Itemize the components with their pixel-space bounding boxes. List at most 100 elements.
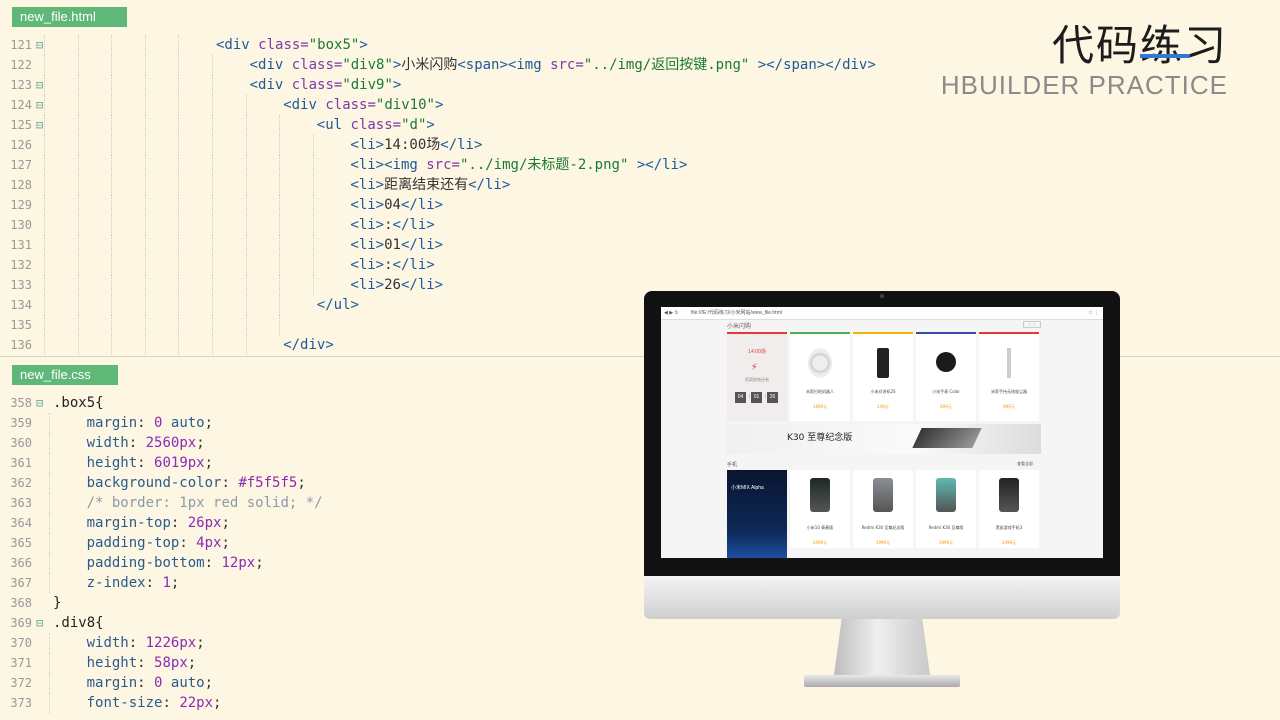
code-token: 距离结束还有 xyxy=(384,177,469,193)
code-token: "box5" xyxy=(308,37,360,53)
code-token: > xyxy=(359,37,368,53)
code-token: <li> xyxy=(350,197,385,213)
code-token: "div9" xyxy=(342,77,393,93)
code-text: padding-bottom: 12px; xyxy=(87,553,264,573)
fold-toggle-icon[interactable]: ⊟ xyxy=(36,393,46,413)
indent-guide xyxy=(279,135,281,155)
indent-guide xyxy=(312,235,315,255)
code-text: <li>距离结束还有</li> xyxy=(350,175,510,195)
code-token: <li> xyxy=(350,137,385,153)
indent-guide xyxy=(144,55,147,75)
line-number: 364 xyxy=(10,516,32,530)
phone-price: 1999元 xyxy=(938,540,954,545)
indent-guide xyxy=(44,255,46,275)
code-text: <li>:</li> xyxy=(350,255,434,275)
code-line[interactable]: 129 <li>04</li> xyxy=(0,195,1280,215)
phone-card[interactable]: Redmi K30 至尊纪念版 1999元 xyxy=(853,470,913,548)
code-token: 26px xyxy=(187,515,222,531)
line-number: 370 xyxy=(10,636,32,650)
code-line[interactable]: 131 <li>01</li> xyxy=(0,235,1280,255)
code-token: class= xyxy=(258,37,309,53)
back-icon[interactable]: ◀ ▶ ↻ xyxy=(664,307,679,319)
line-number: 358 xyxy=(10,396,32,410)
carousel-arrows[interactable]: ‹ › xyxy=(1023,321,1041,328)
indent-guide xyxy=(245,175,248,195)
line-number: 134 xyxy=(10,298,32,312)
code-token: 26 xyxy=(384,277,401,293)
browser-menu-icon[interactable]: ☆ ⋮ xyxy=(1088,307,1099,319)
code-line[interactable]: 125 ⊟ <ul class="d"> xyxy=(0,115,1280,135)
indent-guide xyxy=(44,295,46,315)
indent-guide xyxy=(49,493,51,513)
indent-guide xyxy=(212,335,214,355)
code-text: z-index: 1; xyxy=(87,573,180,593)
code-line[interactable]: 127 <li><img src="../img/未标题-2.png" ></li… xyxy=(0,155,1280,175)
fold-toggle-icon[interactable]: ⊟ xyxy=(36,613,46,633)
phone-price: 2099元 xyxy=(812,540,828,545)
mix-alpha-banner[interactable]: 小米MIX Alpha xyxy=(727,470,787,558)
indent-guide xyxy=(144,295,147,315)
code-token: : xyxy=(128,635,146,651)
flash-product-card[interactable]: 米家扫地机器人 1699元 xyxy=(790,332,850,421)
banner-text: K30 至尊纪念版 xyxy=(787,433,853,443)
flash-product-card[interactable]: 米家手持无线吸尘器 899元 xyxy=(979,332,1039,421)
countdown-seconds: 26 xyxy=(767,392,778,403)
indent-guide xyxy=(111,35,113,55)
browser-url[interactable]: file:///E:/代码练习/小米网站/view_file.html xyxy=(691,307,782,319)
code-token: 2560px xyxy=(145,435,197,451)
code-text: <div class="box5"> xyxy=(216,35,368,55)
browser-address-bar[interactable]: ◀ ▶ ↻ file:///E:/代码练习/小米网站/view_file.htm… xyxy=(661,307,1103,320)
promo-banner[interactable]: K30 至尊纪念版 xyxy=(727,424,1041,454)
code-token: "../img/返回按键.png" xyxy=(583,57,750,73)
flash-product-card[interactable]: 小米手表 Color 699元 xyxy=(916,332,976,421)
indent-guide xyxy=(245,335,248,355)
indent-guide xyxy=(212,55,214,75)
code-line[interactable]: 126 <li>14:00场</li> xyxy=(0,135,1280,155)
code-line[interactable]: 128 <li>距离结束还有</li> xyxy=(0,175,1280,195)
code-line[interactable]: 373 font-size: 22px; xyxy=(0,693,1280,713)
indent-guide xyxy=(178,135,180,155)
indent-guide xyxy=(111,195,113,215)
indent-guide xyxy=(245,295,248,315)
code-line[interactable]: 130 <li>:</li> xyxy=(0,215,1280,235)
indent-guide xyxy=(144,255,147,275)
code-token: <div xyxy=(216,37,259,53)
tab-css-file[interactable]: new_file.css xyxy=(12,365,118,385)
code-token: 58px xyxy=(154,655,188,671)
phone-card[interactable]: Redmi K30 至尊版 1999元 xyxy=(916,470,976,548)
line-number: 131 xyxy=(10,238,32,252)
indent-guide xyxy=(44,335,46,355)
view-all-link[interactable]: 查看全部 xyxy=(1017,461,1033,467)
code-token: 1226px xyxy=(145,635,197,651)
indent-guide xyxy=(144,335,147,355)
phone-card[interactable]: 黑鲨游戏手机3 3499元 xyxy=(979,470,1039,548)
code-line[interactable]: 132 <li>:</li> xyxy=(0,255,1280,275)
code-token: </li> xyxy=(440,137,483,153)
indent-guide xyxy=(49,533,51,553)
phone-price: 1999元 xyxy=(875,540,891,545)
line-number: 125 xyxy=(10,118,32,132)
phone-name: Redmi K30 至尊版 xyxy=(928,525,964,530)
code-token: : xyxy=(204,555,222,571)
indent-guide xyxy=(111,75,113,95)
indent-guide xyxy=(49,413,51,433)
line-number: 362 xyxy=(10,476,32,490)
line-number: 126 xyxy=(10,138,32,152)
code-text: .box5{ xyxy=(53,393,104,413)
tab-html-file[interactable]: new_file.html xyxy=(12,7,127,27)
indent-guide xyxy=(111,115,113,135)
flash-product-card[interactable]: 小米对讲机2S 249元 xyxy=(853,332,913,421)
indent-guide xyxy=(312,275,315,295)
indent-guide xyxy=(245,115,248,135)
indent-guide xyxy=(212,235,214,255)
indent-guide xyxy=(144,175,147,195)
indent-guide xyxy=(49,553,51,573)
indent-guide xyxy=(212,95,214,115)
code-token: "div8" xyxy=(342,57,393,73)
code-token: background-color xyxy=(86,475,222,491)
indent-guide xyxy=(279,235,281,255)
indent-guide xyxy=(49,573,51,593)
indent-guide xyxy=(44,115,46,135)
code-token: .div8{ xyxy=(53,615,104,631)
phone-card[interactable]: 小米10 青春版 2099元 xyxy=(790,470,850,548)
